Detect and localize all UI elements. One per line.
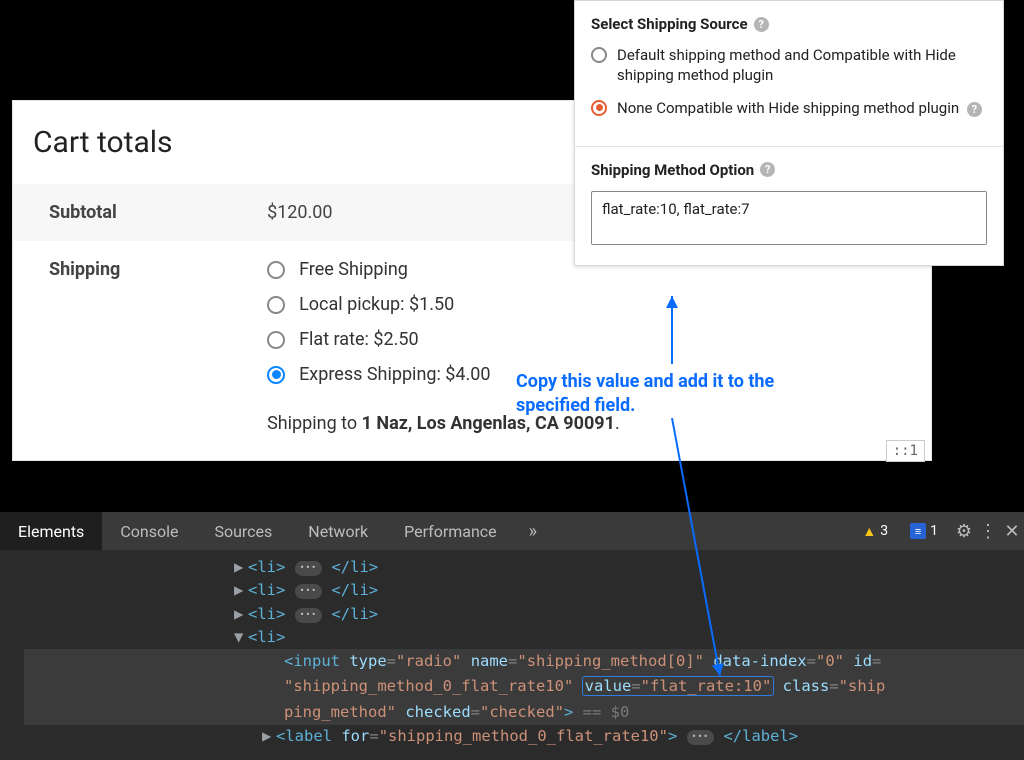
shipping-option-label: Express Shipping: $4.00 [299, 364, 490, 385]
devtools-messages-badge[interactable]: ≡1 [902, 520, 946, 542]
shipping-label: Shipping [49, 259, 120, 280]
devtools-warnings-badge[interactable]: ▲3 [854, 520, 896, 542]
shipping-option-label: Free Shipping [299, 259, 408, 280]
pseudo-selector-badge: ::1 [886, 440, 925, 462]
devtools-tab-performance[interactable]: Performance [386, 512, 515, 550]
radio-icon[interactable] [267, 261, 285, 279]
selected-dom-node[interactable]: <input type="radio" name="shipping_metho… [24, 649, 1024, 674]
message-count: 1 [930, 523, 938, 539]
radio-icon[interactable] [591, 100, 607, 116]
devtools-elements-tree[interactable]: ▶<li> ••• </li> ▶<li> ••• </li> ▶<li> ••… [0, 550, 1024, 760]
radio-icon[interactable] [267, 366, 285, 384]
settings-heading-source: Select Shipping Source ? [591, 15, 987, 33]
help-icon[interactable]: ? [967, 102, 982, 117]
devtools-tabbar: Elements Console Sources Network Perform… [0, 512, 1024, 550]
ellipsis-icon[interactable]: ••• [295, 584, 322, 599]
shipping-to-prefix: Shipping to [267, 413, 362, 434]
annotation-label: Copy this value and add it to the specif… [516, 370, 846, 419]
devtools-tabs-overflow[interactable]: » [515, 521, 551, 542]
source-option[interactable]: Default shipping method and Compatible w… [591, 45, 987, 86]
settings-heading-text: Select Shipping Source [591, 15, 748, 33]
gear-icon[interactable]: ⚙ [952, 521, 976, 542]
source-option-label: None Compatible with Hide shipping metho… [617, 99, 959, 117]
radio-icon[interactable] [591, 47, 607, 63]
message-icon: ≡ [910, 523, 926, 539]
radio-icon[interactable] [267, 296, 285, 314]
shipping-option[interactable]: Local pickup: $1.50 [267, 294, 911, 315]
help-icon[interactable]: ? [754, 17, 769, 32]
warning-icon: ▲ [862, 523, 876, 540]
settings-heading-text: Shipping Method Option [591, 161, 754, 179]
shipping-option-label: Flat rate: $2.50 [299, 329, 418, 350]
shipping-options: Free Shipping Local pickup: $1.50 Flat r… [267, 259, 911, 385]
devtools-panel: Elements Console Sources Network Perform… [0, 512, 1024, 760]
close-icon[interactable]: ✕ [1000, 521, 1024, 542]
devtools-tab-sources[interactable]: Sources [196, 512, 290, 550]
shipping-row: Shipping Free Shipping Local pickup: $1.… [13, 241, 931, 452]
shipping-source-settings: Select Shipping Source ? Default shippin… [574, 0, 1004, 266]
ellipsis-icon[interactable]: ••• [687, 730, 714, 745]
help-icon[interactable]: ? [760, 162, 775, 177]
source-option-label: Default shipping method and Compatible w… [617, 45, 987, 86]
shipping-option-label: Local pickup: $1.50 [299, 294, 454, 315]
ellipsis-icon[interactable]: ••• [295, 608, 322, 623]
source-option[interactable]: None Compatible with Hide shipping metho… [591, 98, 987, 118]
subtotal-label: Subtotal [49, 202, 117, 223]
ellipsis-icon[interactable]: ••• [295, 561, 322, 576]
shipping-option[interactable]: Flat rate: $2.50 [267, 329, 911, 350]
devtools-tab-network[interactable]: Network [290, 512, 386, 550]
settings-heading-method: Shipping Method Option ? [591, 161, 987, 179]
highlighted-value-attr: value="flat_rate:10" [583, 677, 774, 695]
warning-count: 3 [880, 523, 888, 539]
devtools-tab-console[interactable]: Console [102, 512, 196, 550]
devtools-tab-elements[interactable]: Elements [0, 512, 102, 550]
kebab-icon[interactable]: ⋮ [976, 521, 1000, 542]
radio-icon[interactable] [267, 331, 285, 349]
method-option-input[interactable] [591, 191, 987, 245]
